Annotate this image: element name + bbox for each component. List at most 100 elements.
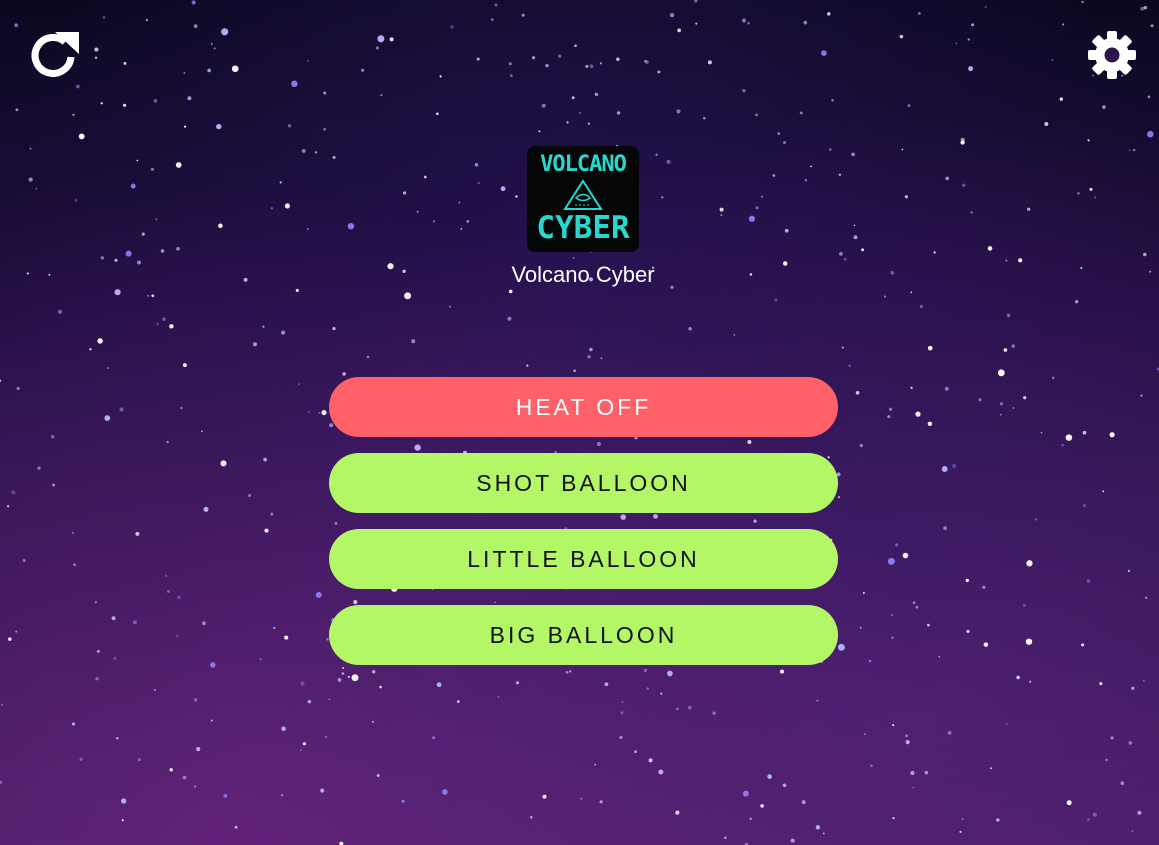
- star: [899, 34, 904, 39]
- star: [75, 84, 80, 89]
- star: [643, 668, 648, 673]
- star: [207, 68, 211, 73]
- star: [1143, 252, 1147, 257]
- star: [494, 3, 498, 7]
- star: [332, 327, 336, 331]
- star: [589, 347, 593, 352]
- star: [733, 333, 736, 336]
- star: [945, 176, 950, 181]
- star: [183, 125, 187, 128]
- star: [302, 742, 307, 746]
- star: [719, 207, 724, 212]
- star: [579, 111, 582, 115]
- star: [804, 178, 808, 182]
- settings-button[interactable]: [1084, 27, 1140, 83]
- star: [71, 531, 75, 534]
- star: [353, 600, 358, 605]
- star: [165, 575, 168, 577]
- star: [154, 689, 156, 691]
- star: [155, 218, 158, 221]
- star: [901, 148, 904, 151]
- star: [837, 495, 841, 499]
- star: [747, 440, 752, 444]
- star: [329, 423, 334, 428]
- star: [220, 460, 227, 467]
- star: [196, 747, 201, 752]
- star: [1051, 59, 1054, 62]
- star: [180, 406, 183, 410]
- star: [216, 123, 222, 130]
- star: [621, 701, 624, 703]
- star: [816, 699, 819, 702]
- star: [508, 62, 512, 66]
- star: [532, 56, 536, 60]
- star: [749, 817, 752, 821]
- star: [259, 658, 262, 661]
- star: [574, 44, 577, 48]
- star: [1061, 443, 1064, 447]
- heat-off-button[interactable]: HEAT OFF: [329, 377, 838, 437]
- big-balloon-button[interactable]: BIG BALLOON: [329, 605, 838, 665]
- star: [987, 246, 993, 251]
- star: [910, 770, 915, 776]
- star: [1051, 376, 1055, 380]
- star: [341, 672, 345, 675]
- star: [432, 220, 436, 223]
- star: [645, 60, 649, 64]
- star: [210, 719, 213, 722]
- shot-balloon-button[interactable]: SHOT BALLOON: [329, 453, 838, 513]
- star: [187, 96, 192, 101]
- star: [905, 734, 908, 738]
- star: [218, 223, 223, 229]
- star: [231, 65, 239, 73]
- star: [1133, 148, 1136, 152]
- star: [619, 735, 623, 740]
- star: [890, 270, 895, 275]
- star: [927, 421, 933, 427]
- star: [661, 196, 664, 199]
- star: [887, 557, 895, 565]
- star: [978, 398, 982, 402]
- star: [1147, 130, 1154, 138]
- star: [476, 57, 480, 61]
- star: [1102, 490, 1105, 493]
- star: [35, 187, 38, 190]
- little-balloon-button[interactable]: LITTLE BALLOON: [329, 529, 838, 589]
- star: [153, 99, 158, 103]
- star: [772, 174, 776, 177]
- star: [29, 147, 32, 150]
- star: [703, 116, 706, 120]
- star: [1062, 23, 1065, 26]
- refresh-button[interactable]: [27, 28, 83, 84]
- star: [959, 830, 962, 833]
- star: [264, 528, 269, 533]
- star: [620, 711, 624, 715]
- star: [145, 19, 148, 22]
- device-name: Volcano Cyber: [511, 262, 655, 287]
- star: [177, 595, 181, 600]
- star: [136, 159, 139, 162]
- star: [439, 75, 442, 78]
- star: [1026, 560, 1033, 567]
- star: [1140, 394, 1143, 397]
- star: [965, 578, 969, 583]
- star: [509, 74, 513, 77]
- star: [281, 330, 286, 335]
- star: [151, 294, 155, 298]
- star: [111, 616, 116, 621]
- star: [150, 167, 154, 171]
- star: [585, 64, 589, 68]
- star: [202, 621, 206, 626]
- star: [938, 655, 941, 658]
- star: [342, 666, 345, 670]
- star: [379, 685, 382, 689]
- star: [182, 363, 187, 368]
- star: [74, 199, 78, 202]
- star: [960, 137, 965, 142]
- star: [655, 153, 658, 156]
- star: [121, 819, 124, 822]
- star: [742, 790, 749, 797]
- star: [1094, 196, 1097, 199]
- star: [1011, 344, 1015, 348]
- star: [1059, 97, 1063, 101]
